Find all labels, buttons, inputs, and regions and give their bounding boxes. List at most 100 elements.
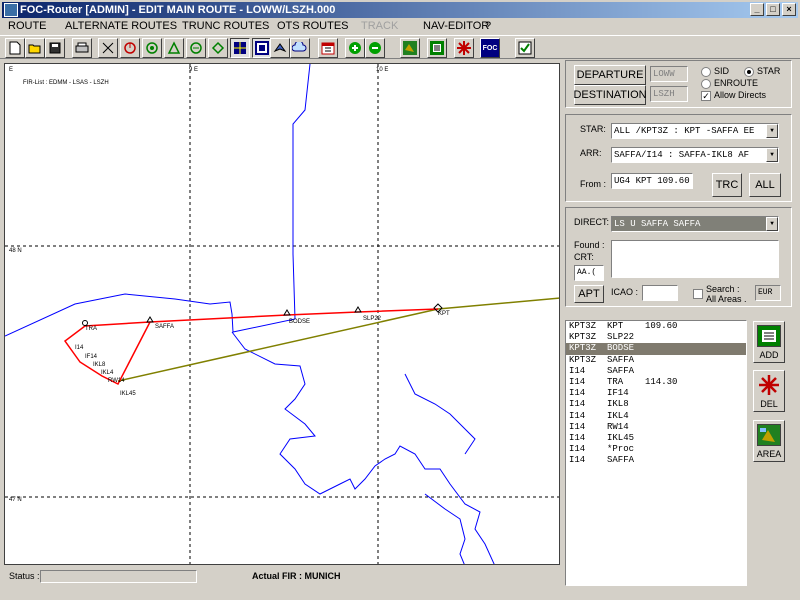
route-list-row[interactable]: KPT3Z BODSE xyxy=(566,343,746,355)
del-button[interactable]: DEL xyxy=(753,370,785,412)
arr-select[interactable]: SAFFA/I14 : SAFFA-IKL8 AF ▼ xyxy=(611,147,779,163)
app-icon xyxy=(4,3,18,17)
route-list[interactable]: KPT3Z KPT 109.60 KPT3Z SLP22 KPT3Z BODSE KPT3Z S… xyxy=(565,320,747,586)
route-procedure: KPT3Z xyxy=(569,321,597,331)
foc-icon[interactable]: FOC xyxy=(480,38,500,58)
save-route-icon[interactable] xyxy=(427,38,447,58)
save-icon[interactable] xyxy=(45,38,65,58)
crt-select[interactable]: AA.( xyxy=(574,265,604,281)
route-list-row[interactable]: I14 *Proc xyxy=(566,444,746,455)
check-icon[interactable] xyxy=(515,38,535,58)
route-list-row[interactable]: KPT3Z KPT 109.60 xyxy=(566,321,746,332)
allow-directs-label: Allow Directs xyxy=(714,90,767,100)
route-list-row[interactable]: I14 SAFFA xyxy=(566,455,746,466)
navaid2-icon[interactable] xyxy=(208,38,228,58)
target-icon[interactable] xyxy=(142,38,162,58)
grid-label-10e: 10 E xyxy=(376,67,389,73)
route-list-row[interactable]: I14 IF14 xyxy=(566,388,746,399)
route-list-row[interactable]: I14 RW14 xyxy=(566,422,746,433)
country-border-2 xyxy=(404,373,476,455)
route-procedure: KPT3Z xyxy=(569,332,597,343)
triangle-icon[interactable] xyxy=(164,38,184,58)
map-canvas[interactable]: FIR-List : EDMM - LSAS - LSZH E 9 E 10 E… xyxy=(4,63,560,565)
departure-button[interactable]: DEPARTURE xyxy=(574,65,646,85)
destination-button[interactable]: DESTINATION xyxy=(573,85,647,105)
sid-label: SID xyxy=(714,66,730,76)
chevron-down-icon[interactable]: ▼ xyxy=(766,124,778,138)
add-button[interactable]: ADD xyxy=(753,321,785,363)
icao-field[interactable] xyxy=(642,285,678,301)
region-field[interactable]: EUR xyxy=(755,285,781,301)
route-waypoint: KPT xyxy=(607,321,624,331)
chevron-down-icon[interactable]: ▼ xyxy=(766,217,778,231)
crt-label: CRT: xyxy=(574,252,594,262)
found-list[interactable] xyxy=(611,240,779,278)
route-list-row[interactable]: I14 TRA 114.30 xyxy=(566,377,746,388)
enroute-label: ENROUTE xyxy=(714,78,759,88)
allow-directs-checkbox[interactable]: ✓ xyxy=(701,91,711,101)
route-list-row[interactable]: KPT3Z SLP22 xyxy=(566,332,746,343)
route-waypoint: BODSE xyxy=(607,343,635,354)
star-radio[interactable] xyxy=(744,67,754,77)
route-waypoint: IKL8 xyxy=(607,399,629,410)
star-select[interactable]: ALL /KPT3Z : KPT -SAFFA EE ▼ xyxy=(611,123,779,139)
minimize-button[interactable]: _ xyxy=(750,3,764,16)
departure-field[interactable]: LOWW xyxy=(650,66,688,82)
country-border xyxy=(231,331,495,564)
zoom-out-icon[interactable] xyxy=(365,38,385,58)
cloud-icon[interactable] xyxy=(290,38,310,58)
calendar-icon[interactable] xyxy=(318,38,338,58)
add-route-icon xyxy=(757,325,781,347)
status-label: Status : xyxy=(9,571,40,581)
print-icon[interactable] xyxy=(72,38,92,58)
close-button[interactable]: × xyxy=(782,3,796,16)
redstar-icon[interactable] xyxy=(454,38,474,58)
menu-alternate-routes[interactable]: ALTERNATE ROUTES xyxy=(65,18,182,34)
waypoint-label-i14: I14 xyxy=(75,345,84,351)
waypoint-label-ikl4: IKL4 xyxy=(101,370,114,376)
plane-icon[interactable] xyxy=(270,38,290,58)
route-list-row[interactable]: I14 SAFFA xyxy=(566,366,746,377)
status-field xyxy=(40,570,197,583)
direct-route-line xyxy=(117,297,559,382)
search-all-areas-checkbox[interactable] xyxy=(693,289,703,299)
route-list-row[interactable]: I14 IKL4 xyxy=(566,411,746,422)
new-icon[interactable] xyxy=(5,38,25,58)
route-waypoint: SAFFA xyxy=(607,455,635,466)
route-list-row[interactable]: I14 IKL45 xyxy=(566,433,746,444)
area-button[interactable]: AREA xyxy=(753,420,785,462)
zoom-box-icon[interactable] xyxy=(252,38,272,58)
sid-radio[interactable] xyxy=(701,67,711,77)
destination-field[interactable]: LSZH xyxy=(650,86,688,102)
menu-route[interactable]: ROUTE xyxy=(8,18,65,34)
star-arr-panel: STAR: ALL /KPT3Z : KPT -SAFFA EE ▼ ARR: … xyxy=(565,114,792,202)
measure-icon[interactable] xyxy=(98,38,118,58)
maximize-button[interactable]: □ xyxy=(766,3,780,16)
route-waypoint: TRA xyxy=(607,376,624,387)
actual-fir-label: Actual FIR : MUNICH xyxy=(252,571,341,581)
from-field[interactable]: UG4 KPT 109.60 xyxy=(611,173,693,189)
menu-ots-routes[interactable]: OTS ROUTES xyxy=(277,18,361,34)
apt-button[interactable]: APT xyxy=(574,285,604,303)
globe-icon[interactable] xyxy=(400,38,420,58)
open-icon[interactable] xyxy=(25,38,45,58)
menu-help[interactable]: ? xyxy=(485,18,491,34)
zoom-in-icon[interactable] xyxy=(345,38,365,58)
chevron-down-icon[interactable]: ▼ xyxy=(766,148,778,162)
route-list-row[interactable]: I14 IKL8 xyxy=(566,399,746,410)
waypoint-label-if14: IF14 xyxy=(85,354,98,360)
menu-trunc-routes[interactable]: TRUNC ROUTES xyxy=(182,18,277,34)
navaid-icon[interactable] xyxy=(186,38,206,58)
globe-area-icon xyxy=(757,424,781,446)
all-button[interactable]: ALL xyxy=(749,173,781,197)
route-procedure: KPT3Z xyxy=(569,343,597,354)
trc-button[interactable]: TRC xyxy=(712,173,742,197)
status-row: Status : Actual FIR : MUNICH xyxy=(0,568,560,586)
grid-icon[interactable] xyxy=(230,38,250,58)
enroute-radio[interactable] xyxy=(701,79,711,89)
route-list-row[interactable]: KPT3Z SAFFA xyxy=(566,355,746,366)
menu-nav-editor[interactable]: NAV-EDITOR xyxy=(423,18,489,34)
direct-select[interactable]: LS U SAFFA SAFFA ▼ xyxy=(611,216,779,232)
route-waypoint: IF14 xyxy=(607,388,629,399)
compass-icon[interactable] xyxy=(120,38,140,58)
